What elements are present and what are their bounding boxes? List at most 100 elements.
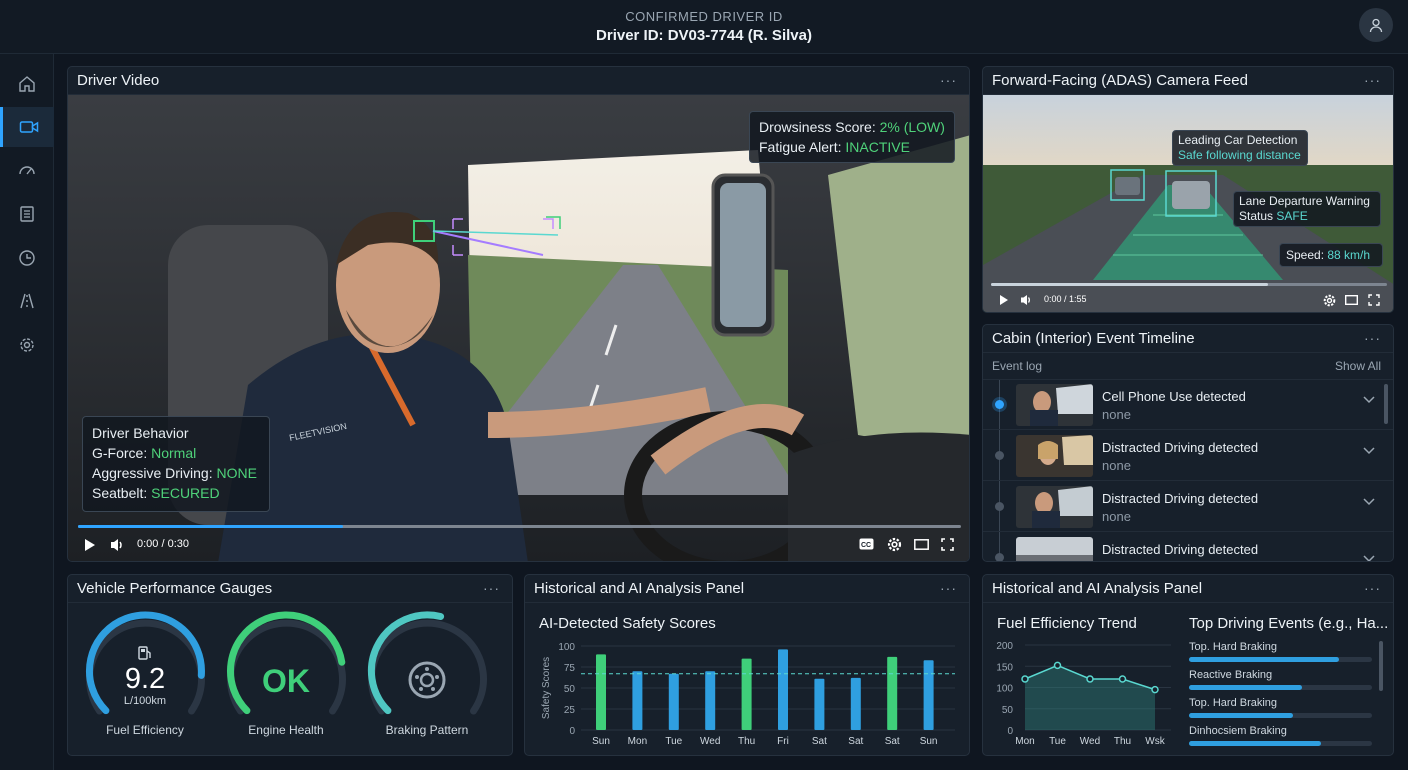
chevron-down-icon[interactable] <box>1363 498 1375 506</box>
list-item[interactable]: Distracted Driving detected none <box>983 431 1393 481</box>
list-item[interactable]: Distracted Driving detected <box>983 533 1393 562</box>
y-tick-label: 150 <box>996 662 1013 673</box>
event-list: Cell Phone Use detected none Distracted … <box>983 379 1393 562</box>
event-subtitle: none <box>1102 458 1131 473</box>
adas-video-frame[interactable]: Leading Car Detection Safe following dis… <box>983 95 1393 312</box>
volume-icon[interactable] <box>1020 294 1033 306</box>
event-subtitle: none <box>1102 407 1131 422</box>
sidebar-item-routes[interactable] <box>0 281 54 321</box>
x-tick-label: Wed <box>1080 736 1100 747</box>
data-point[interactable] <box>1151 685 1159 694</box>
sidebar-item-home[interactable] <box>0 64 54 104</box>
x-tick-label: Tue <box>1049 736 1066 747</box>
driver-video-progress-track[interactable] <box>78 525 961 528</box>
list-item[interactable]: Distracted Driving detected none <box>983 482 1393 532</box>
timeline-title: Cabin (Interior) Event Timeline <box>983 325 1393 353</box>
x-tick-label: Sun <box>592 736 610 747</box>
timeline-dot <box>995 400 1004 409</box>
event-title: Cell Phone Use detected <box>1102 389 1246 404</box>
sidebar-item-reports[interactable] <box>0 194 54 234</box>
sidebar-item-performance[interactable] <box>0 150 54 190</box>
sidebar-item-video[interactable] <box>0 107 54 147</box>
event-thumbnail <box>1016 435 1093 477</box>
x-tick-label: Sat <box>812 736 827 747</box>
captions-icon[interactable]: CC <box>859 538 874 550</box>
data-point[interactable] <box>1118 675 1127 683</box>
bar[interactable] <box>850 677 861 730</box>
show-all-link[interactable]: Show All <box>1335 359 1381 373</box>
adas-video-controls: 0:00 / 1:55 <box>983 286 1393 312</box>
data-point[interactable] <box>1086 675 1094 683</box>
event-thumbnail <box>1016 537 1093 561</box>
fuel-analysis-panel: Historical and AI Analysis Panel ··· Fue… <box>982 574 1394 756</box>
volume-icon[interactable] <box>110 538 125 552</box>
driver-video-controls: 0:00 / 0:30 CC <box>68 531 969 559</box>
play-icon[interactable] <box>84 539 96 551</box>
road-icon <box>20 293 34 309</box>
gauges-menu-button[interactable]: ··· <box>483 580 500 596</box>
top-events-title: Top Driving Events (e.g., Ha... <box>1189 615 1389 632</box>
settings-gear-icon[interactable] <box>1323 294 1336 307</box>
avatar[interactable] <box>1359 8 1393 42</box>
data-point[interactable] <box>1021 675 1029 683</box>
y-tick-label: 50 <box>564 684 576 695</box>
y-tick-label: 0 <box>1007 726 1013 737</box>
driver-video-frame[interactable]: FLEETVISION Drowsiness Score: 2% (LOW) F… <box>68 95 969 561</box>
fuel-trend-chart: 0 50 100 150 200 Mon Tue Wed Thu Wsk <box>996 641 1171 747</box>
top-event-bar <box>1189 657 1372 662</box>
timeline-menu-button[interactable]: ··· <box>1364 330 1381 346</box>
bar[interactable] <box>887 656 898 730</box>
sidebar-item-history[interactable] <box>0 238 54 278</box>
x-tick-label: Sun <box>920 736 938 747</box>
y-axis-label: Safety Scores <box>541 657 552 719</box>
sidebar-item-settings[interactable] <box>0 325 54 365</box>
fullscreen-icon[interactable] <box>1368 294 1380 306</box>
confirmed-driver-caption: CONFIRMED DRIVER ID <box>625 9 783 24</box>
theater-mode-icon[interactable] <box>1345 295 1358 305</box>
x-tick-label: Mon <box>1015 736 1034 747</box>
gauges-title: Vehicle Performance Gauges <box>68 575 512 603</box>
bar[interactable] <box>632 671 643 730</box>
bar[interactable] <box>814 678 825 730</box>
user-icon <box>1369 18 1383 33</box>
driver-video-time: 0:00 / 0:30 <box>137 538 189 550</box>
fatigue-label: Fatigue Alert: <box>759 139 846 155</box>
bar[interactable] <box>778 649 788 730</box>
bar[interactable] <box>923 660 934 730</box>
aggressive-label: Aggressive Driving: <box>92 465 217 481</box>
play-icon[interactable] <box>999 295 1009 305</box>
chevron-down-icon[interactable] <box>1363 447 1375 455</box>
drowsiness-value: 2% (LOW) <box>879 119 945 135</box>
theater-mode-icon[interactable] <box>914 539 929 550</box>
event-title: Distracted Driving detected <box>1102 491 1259 506</box>
list-item[interactable]: Cell Phone Use detected none <box>983 380 1393 430</box>
bar[interactable] <box>668 673 679 730</box>
event-log-label: Event log <box>992 359 1043 373</box>
driver-video-panel: Driver Video ··· FLEETVISION Drowsiness … <box>67 66 970 562</box>
top-event-bar <box>1189 685 1372 690</box>
driver-video-menu-button[interactable]: ··· <box>940 72 957 88</box>
adas-menu-button[interactable]: ··· <box>1364 72 1381 88</box>
settings-gear-icon[interactable] <box>887 537 902 552</box>
data-point[interactable] <box>1053 661 1062 670</box>
adas-camera-panel: Forward-Facing (ADAS) Camera Feed ··· Le… <box>982 66 1394 313</box>
top-event-bar <box>1189 713 1372 718</box>
x-tick-label: Thu <box>738 736 755 747</box>
chevron-down-icon[interactable] <box>1363 555 1375 562</box>
gforce-value: Normal <box>151 445 197 461</box>
bar[interactable] <box>596 654 606 730</box>
fullscreen-icon[interactable] <box>941 538 954 551</box>
driver-behavior-overlay: Driver Behavior G-Force: Normal Aggressi… <box>82 416 270 512</box>
y-tick-label: 25 <box>564 705 576 716</box>
top-event-label: Top. Hard Braking <box>1189 697 1278 709</box>
timeline-dot <box>995 553 1004 561</box>
home-icon <box>19 76 35 92</box>
y-tick-label: 0 <box>569 726 575 737</box>
chevron-down-icon[interactable] <box>1363 396 1375 404</box>
top-event-bar-fill <box>1189 713 1294 718</box>
bar[interactable] <box>741 658 752 730</box>
fuel-panel-menu-button[interactable]: ··· <box>1364 580 1381 596</box>
top-events-scrollbar[interactable] <box>1379 641 1383 691</box>
x-tick-label: Wed <box>700 736 720 747</box>
bar[interactable] <box>705 671 716 730</box>
